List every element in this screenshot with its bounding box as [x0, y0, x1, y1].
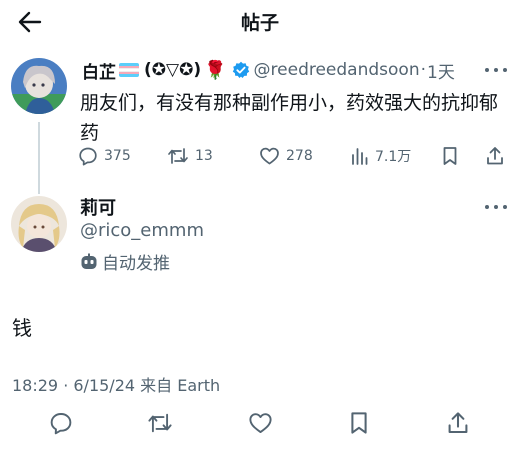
transgender-flag-icon: [119, 63, 139, 77]
automated-label-text: 自动发推: [102, 254, 170, 274]
reply-button[interactable]: 375: [78, 146, 131, 166]
share-button[interactable]: [485, 146, 505, 166]
views-button[interactable]: 7.1万: [351, 146, 411, 166]
like-count: 278: [286, 148, 313, 164]
reply-count: 375: [104, 148, 131, 164]
author-name-kaomoji: (✪▽✪): [144, 60, 202, 80]
heart-icon: [260, 147, 279, 165]
share-icon: [487, 147, 503, 165]
reply-handle[interactable]: @rico_emmm: [80, 220, 204, 241]
avatar-image: [11, 58, 67, 114]
post-text: 朋友们，有没有那种副作用小，药效强大的抗抑郁药: [80, 92, 499, 144]
rose-icon: 🌹: [204, 59, 227, 81]
more-options-icon[interactable]: [485, 65, 507, 75]
thread-connector: [38, 122, 40, 194]
author-display-name[interactable]: 白芷: [82, 58, 116, 83]
avatar-image: [11, 196, 67, 252]
heart-icon: [248, 413, 272, 433]
repost-button[interactable]: [143, 406, 177, 440]
share-button[interactable]: [441, 406, 475, 440]
repost-button[interactable]: 13: [167, 146, 213, 166]
post-author-row: 白芷 (✪▽✪) 🌹 @reedreedandsoon · 1天: [82, 57, 455, 83]
reply-avatar[interactable]: [11, 196, 67, 252]
top-bar: 帖子: [0, 0, 520, 44]
share-icon: [448, 412, 468, 434]
more-options-icon[interactable]: [485, 202, 507, 212]
reply-button[interactable]: [44, 406, 78, 440]
reply-icon: [79, 147, 97, 166]
page-title: 帖子: [240, 12, 279, 34]
avatar[interactable]: [11, 58, 67, 114]
reply-display-name[interactable]: 莉可: [80, 194, 116, 220]
reply-timestamp[interactable]: 18:29 · 6/15/24 来自 Earth: [12, 372, 220, 396]
robot-icon: [81, 253, 97, 269]
like-button[interactable]: [243, 406, 277, 440]
analytics-icon: [352, 148, 368, 165]
reply-text: 钱: [12, 316, 32, 340]
verified-badge-icon: [232, 61, 250, 79]
bookmark-icon: [351, 412, 367, 434]
repost-icon: [148, 413, 172, 433]
repost-icon: [168, 148, 188, 164]
reply-icon: [50, 413, 72, 435]
bookmark-button[interactable]: [342, 406, 376, 440]
separator-dot: ·: [420, 60, 427, 80]
post-time[interactable]: 1天: [427, 58, 455, 83]
automated-label[interactable]: 自动发推: [80, 249, 170, 274]
like-button[interactable]: 278: [259, 146, 313, 166]
bookmark-icon: [443, 147, 457, 165]
author-handle[interactable]: @reedreedandsoon: [254, 60, 420, 80]
views-count: 7.1万: [375, 149, 412, 165]
repost-count: 13: [195, 148, 213, 164]
bookmark-button[interactable]: [441, 146, 459, 166]
